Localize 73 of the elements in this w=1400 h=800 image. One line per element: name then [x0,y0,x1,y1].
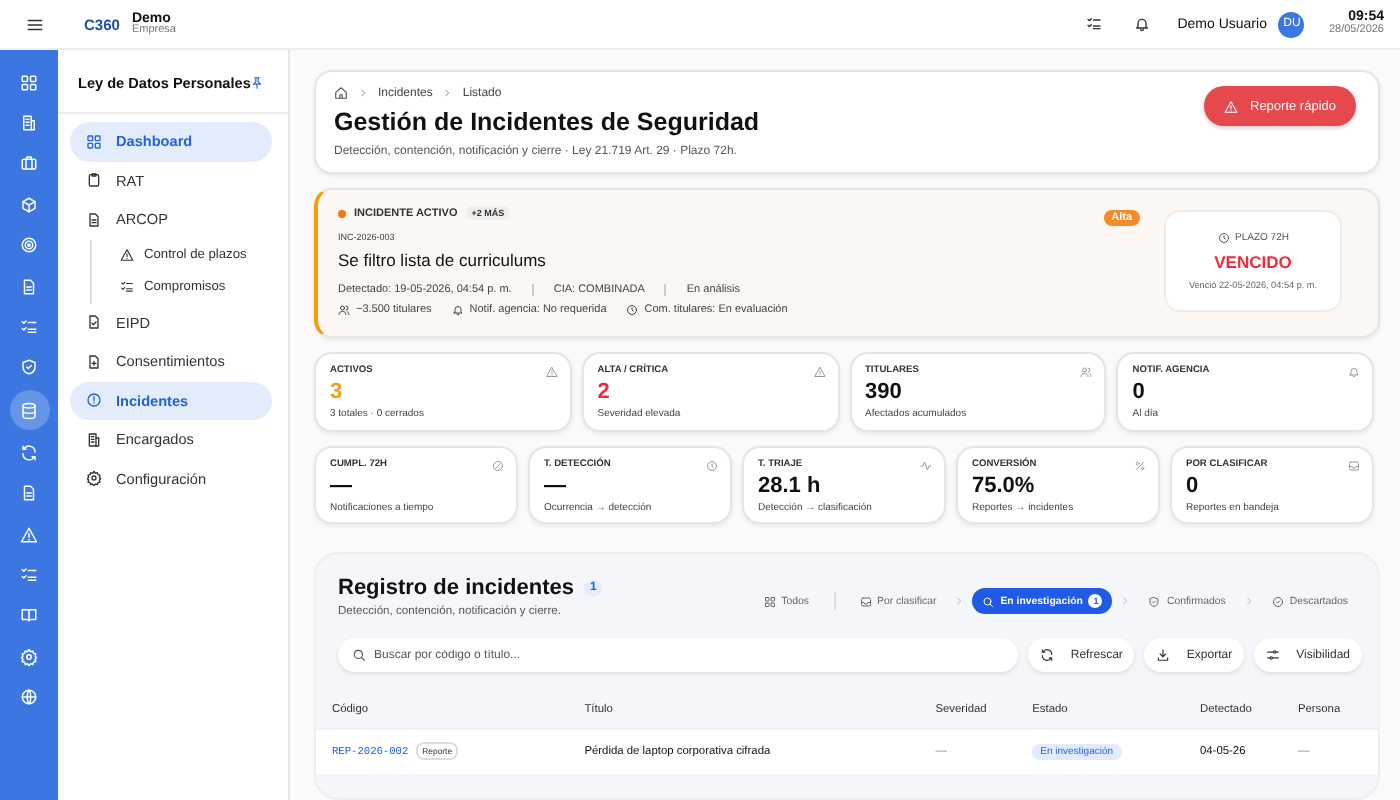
shield-icon [20,358,38,377]
clock-icon [706,460,718,472]
sliders-icon [1266,648,1281,662]
download-icon [1156,648,1171,662]
grid-icon [86,133,102,150]
chevron-icon [358,88,368,98]
book-icon [20,606,38,625]
bell-icon [1133,16,1150,32]
check-circle-icon [1271,595,1284,607]
document-icon [20,484,38,503]
percent-icon [1134,460,1146,472]
warning-icon [120,248,134,262]
status-dot [338,209,346,217]
stat-value: 2 [597,382,612,404]
activity-icon [920,460,932,472]
chevron-icon [954,596,965,606]
chevron-icon [1120,596,1131,606]
grid-icon [20,73,38,92]
clipboard-icon [86,172,102,189]
refresh-icon [20,443,38,462]
inbox-icon [859,595,872,607]
search-icon [982,595,995,607]
database-icon [20,401,38,420]
file-plus-icon [86,353,102,370]
stat-value: 390 [865,382,904,404]
refresh-icon [1040,648,1055,662]
incident-title: Se filtro lista de curriculums [338,250,548,270]
warning-icon [20,525,38,544]
gear-icon [20,647,38,666]
stat-value: 75.0% [972,476,1037,498]
nav-rail-button[interactable] [9,390,49,431]
briefcase-icon [20,154,38,173]
bell-icon [1348,366,1360,378]
users-icon [1080,366,1093,378]
target-icon [20,236,38,255]
clock-icon [1217,232,1230,244]
stat-value: 0 [1132,382,1147,404]
menu-icon [26,15,44,33]
checklist-icon [20,565,38,584]
document-icon [86,211,102,228]
bell-icon [451,304,464,316]
file-check-icon [86,314,102,331]
checklist-icon [120,280,134,294]
deadline-state: VENCIDO [1214,252,1292,272]
page-title: Gestión de Incidentes de Seguridad [334,108,760,136]
warning-icon [1224,99,1238,113]
checklist-icon [20,318,38,337]
chevron-icon [442,88,453,98]
building-icon [20,114,38,133]
shield-icon [1148,595,1161,607]
grid-icon [763,595,776,607]
warning-icon [545,366,558,378]
stat-value: — [330,476,354,498]
registry-title: Registro de incidentes [338,576,574,600]
stat-value: — [544,476,568,498]
document-icon [20,277,38,296]
stat-value: 3 [330,382,345,404]
gauge-icon [492,460,504,472]
chevron-icon [1243,596,1254,606]
inbox-icon [1348,460,1360,472]
stat-value: 28.1 h [758,476,823,498]
building-icon [86,431,102,448]
gear-icon [86,470,102,487]
globe-icon [20,688,38,707]
alert-circle-icon [86,392,102,409]
home-icon [334,86,348,100]
cube-icon [20,195,38,214]
stat-value: 0 [1186,476,1201,498]
users-icon [338,304,350,316]
pin-icon [250,76,265,90]
checklist-icon [1085,16,1102,32]
warning-icon [813,366,825,378]
clock-icon [626,304,639,316]
